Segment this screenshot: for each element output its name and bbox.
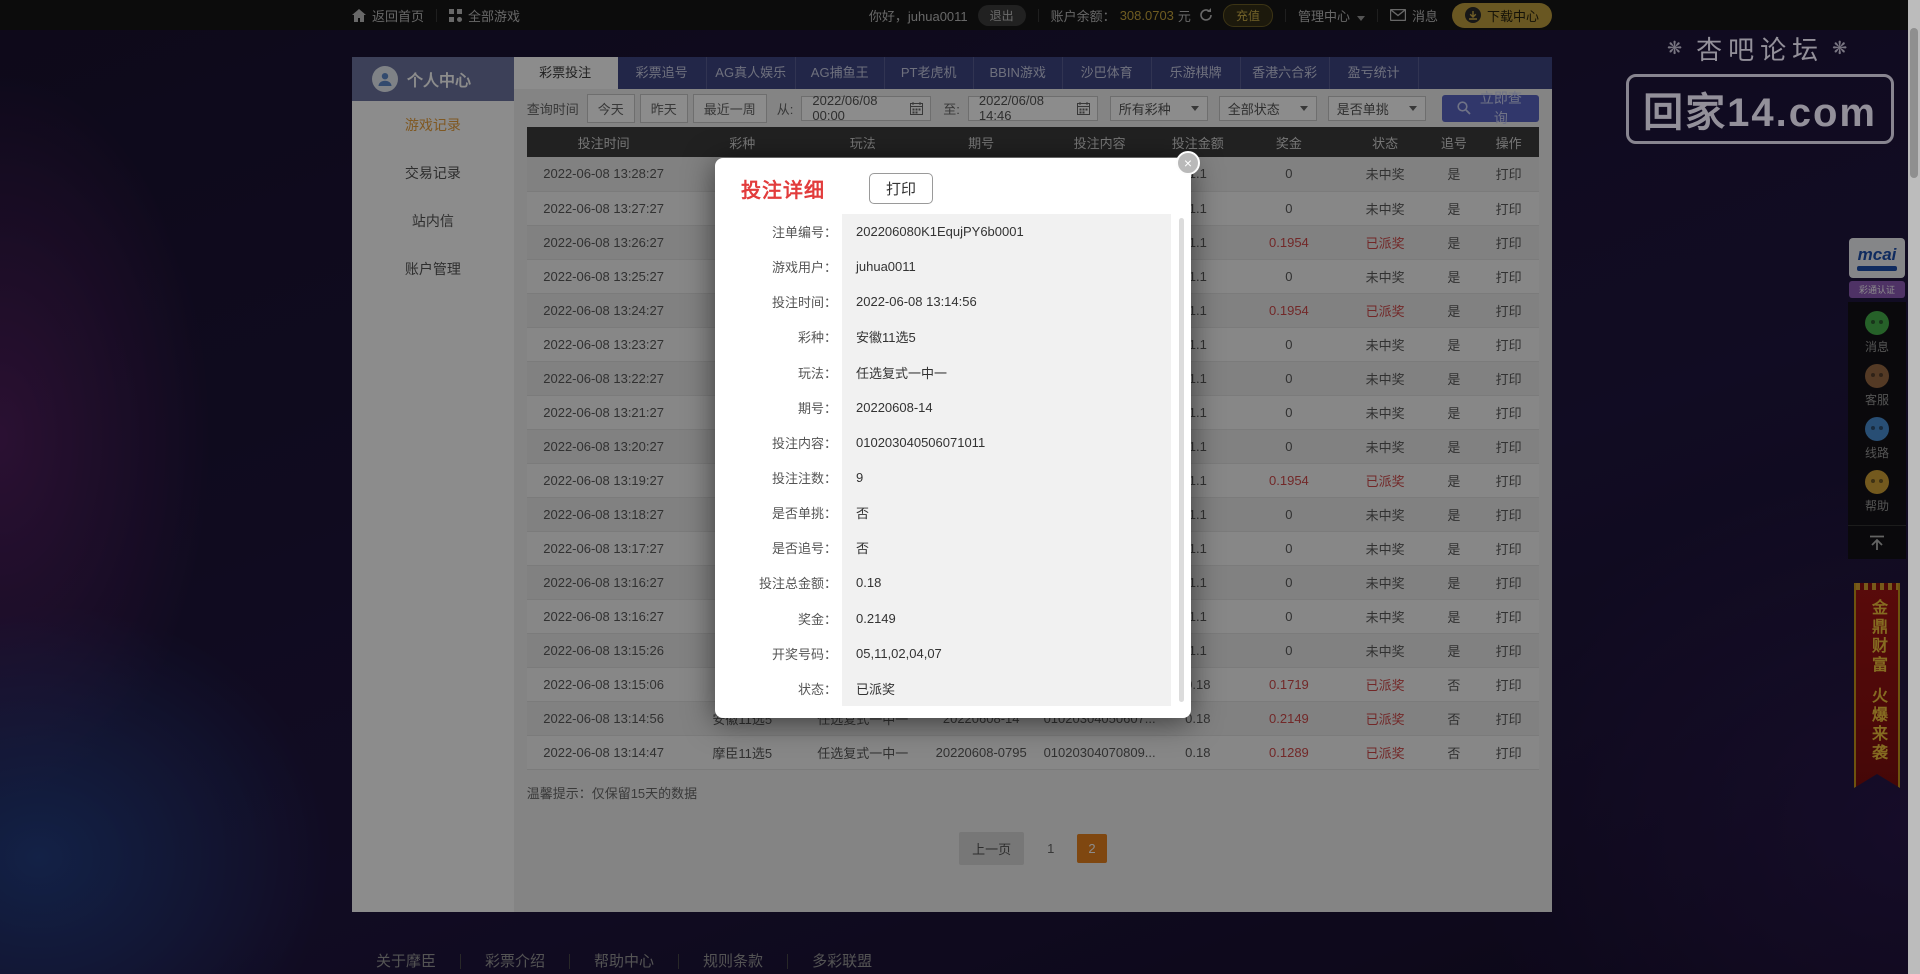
- modal-header: 投注详细 打印: [715, 158, 1191, 214]
- watermark: ❋ 杏吧论坛 ❋ 回家14.com: [1626, 30, 1894, 144]
- field-value: 已派奖: [842, 670, 1171, 706]
- field-label: 是否单挑：: [771, 506, 837, 522]
- field-value: juhua0011: [842, 249, 1171, 285]
- field-value: 0.2149: [842, 600, 1171, 636]
- detail-field: 是否单挑： 否: [731, 495, 1171, 531]
- field-label: 开奖号码：: [771, 646, 837, 662]
- field-label: 投注总金额：: [758, 576, 837, 592]
- detail-field: 期号： 20220608-14: [731, 389, 1171, 425]
- field-value: 2022-06-08 13:14:56: [842, 284, 1171, 320]
- watermark-domain: 回家14.com: [1626, 74, 1894, 144]
- scrollbar-thumb[interactable]: [1910, 28, 1918, 178]
- detail-field: 注单编号： 202206080K1EqujPY6b0001: [731, 214, 1171, 250]
- field-value: 010203040506071011: [842, 424, 1171, 460]
- detail-field: 奖金： 0.2149: [731, 600, 1171, 636]
- detail-field: 开奖号码： 05,11,02,04,07: [731, 635, 1171, 671]
- modal-body: 注单编号： 202206080K1EqujPY6b0001 游戏用户： juhu…: [731, 214, 1171, 706]
- modal-title: 投注详细: [741, 180, 825, 202]
- field-value: 9: [842, 459, 1171, 496]
- field-label: 注单编号：: [771, 225, 837, 241]
- detail-field: 状态： 已派奖: [731, 670, 1171, 706]
- field-value: 05,11,02,04,07: [842, 635, 1171, 671]
- print-button[interactable]: 打印: [869, 173, 934, 204]
- field-value: 20220608-14: [842, 389, 1171, 425]
- field-label: 是否追号：: [771, 541, 837, 557]
- detail-field: 玩法： 任选复式一中一: [731, 354, 1171, 390]
- watermark-forum: 杏吧论坛: [1696, 35, 1825, 65]
- field-value: 安徽11选5: [842, 319, 1171, 355]
- field-label: 期号：: [797, 400, 837, 416]
- field-label: 投注注数：: [771, 471, 837, 487]
- field-label: 投注时间：: [771, 295, 837, 311]
- field-value: 任选复式一中一: [842, 354, 1171, 390]
- field-label: 玩法：: [797, 365, 837, 381]
- page: 返回首页 全部游戏 你好，juhua0011 退出 账户余额： 308.0703…: [0, 0, 1920, 974]
- close-icon[interactable]: ×: [1176, 151, 1200, 175]
- field-label: 状态：: [797, 681, 837, 697]
- modal-scrollbar[interactable]: [1179, 218, 1184, 702]
- detail-field: 投注总金额： 0.18: [731, 565, 1171, 601]
- field-value: 否: [842, 495, 1171, 531]
- field-value: 0.18: [842, 565, 1171, 601]
- sparkle-icon: ❋: [1666, 38, 1689, 58]
- detail-field: 投注注数： 9: [731, 459, 1171, 496]
- field-label: 奖金：: [797, 611, 837, 627]
- detail-field: 是否追号： 否: [731, 530, 1171, 566]
- field-label: 彩种：: [797, 330, 837, 346]
- sparkle-icon: ❋: [1832, 38, 1854, 58]
- detail-field: 投注时间： 2022-06-08 13:14:56: [731, 284, 1171, 320]
- detail-field: 投注内容： 010203040506071011: [731, 424, 1171, 460]
- detail-field: 游戏用户： juhua0011: [731, 249, 1171, 285]
- bet-detail-modal: × 投注详细 打印 注单编号： 202206080K1EqujPY6b0001 …: [715, 151, 1200, 718]
- detail-field: 彩种： 安徽11选5: [731, 319, 1171, 355]
- field-value: 202206080K1EqujPY6b0001: [842, 214, 1171, 250]
- field-label: 游戏用户：: [771, 260, 837, 276]
- scrollbar-track[interactable]: [1908, 0, 1920, 974]
- field-value: 否: [842, 530, 1171, 566]
- field-label: 投注内容：: [771, 435, 837, 451]
